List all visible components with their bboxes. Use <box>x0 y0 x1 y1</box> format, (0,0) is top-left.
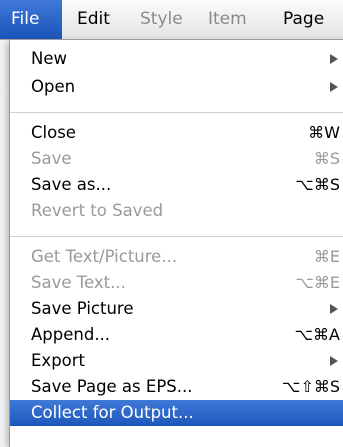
menubar-item-file[interactable]: File <box>0 0 62 39</box>
menu-item-label: Append... <box>31 325 111 344</box>
menu-item-new[interactable]: New <box>10 46 343 72</box>
menu-item-close[interactable]: Close ⌘W <box>10 120 343 146</box>
menu-item-label: Save Text... <box>31 273 126 292</box>
submenu-arrow-icon <box>330 356 338 366</box>
menu-item-label: Save Page as EPS... <box>31 377 193 396</box>
menu-item-append[interactable]: Append... ⌥⌘A <box>10 322 343 348</box>
menu-item-get-text-picture: Get Text/Picture... ⌘E <box>10 244 343 270</box>
menu-item-label: Save as... <box>31 175 112 194</box>
menu-item-label: Export <box>31 351 86 370</box>
submenu-arrow-icon <box>330 54 338 64</box>
screen: File Edit Style Item Page New Open Close… <box>0 0 343 447</box>
submenu-arrow-icon <box>330 82 338 92</box>
menu-item-save: Save ⌘S <box>10 146 343 172</box>
menu-item-shortcut: ⌘E <box>313 247 340 266</box>
menu-separator <box>10 112 343 113</box>
menubar-item-edit[interactable]: Edit <box>77 0 127 39</box>
menu-item-label: Collect for Output... <box>31 403 194 422</box>
menubar-item-item[interactable]: Item <box>208 0 258 39</box>
menu-item-collect-for-output[interactable]: Collect for Output... <box>10 400 343 426</box>
menu-item-save-as[interactable]: Save as... ⌥⌘S <box>10 172 343 198</box>
menu-item-save-text: Save Text... ⌥⌘E <box>10 270 343 296</box>
file-menu: New Open Close ⌘W Save ⌘S Save as... ⌥⌘S… <box>9 40 343 447</box>
menubar-item-style[interactable]: Style <box>140 0 196 39</box>
menu-item-save-page-as-eps[interactable]: Save Page as EPS... ⌥⇧⌘S <box>10 374 343 400</box>
menu-item-shortcut: ⌥⌘S <box>295 175 340 194</box>
menu-item-shortcut: ⌘S <box>313 149 340 168</box>
menu-item-shortcut: ⌥⇧⌘S <box>282 377 340 396</box>
menu-item-open[interactable]: Open <box>10 74 343 100</box>
menu-item-label: Save <box>31 149 72 168</box>
menu-item-save-picture[interactable]: Save Picture <box>10 296 343 322</box>
menu-item-label: Save Picture <box>31 299 134 318</box>
menu-item-revert-to-saved: Revert to Saved <box>10 198 343 224</box>
menu-item-shortcut: ⌥⌘E <box>295 273 340 292</box>
menu-item-label: Revert to Saved <box>31 201 164 220</box>
menu-bar: File Edit Style Item Page <box>0 0 343 40</box>
menubar-item-page[interactable]: Page <box>283 0 343 39</box>
menu-item-label: New <box>31 49 67 68</box>
menu-item-shortcut: ⌘W <box>308 123 340 142</box>
menu-item-export[interactable]: Export <box>10 348 343 374</box>
menu-item-label: Close <box>31 123 76 142</box>
menu-item-label: Open <box>31 77 76 96</box>
menu-item-label: Get Text/Picture... <box>31 247 178 266</box>
menu-item-shortcut: ⌥⌘A <box>294 325 340 344</box>
menu-separator <box>10 236 343 237</box>
submenu-arrow-icon <box>330 304 338 314</box>
